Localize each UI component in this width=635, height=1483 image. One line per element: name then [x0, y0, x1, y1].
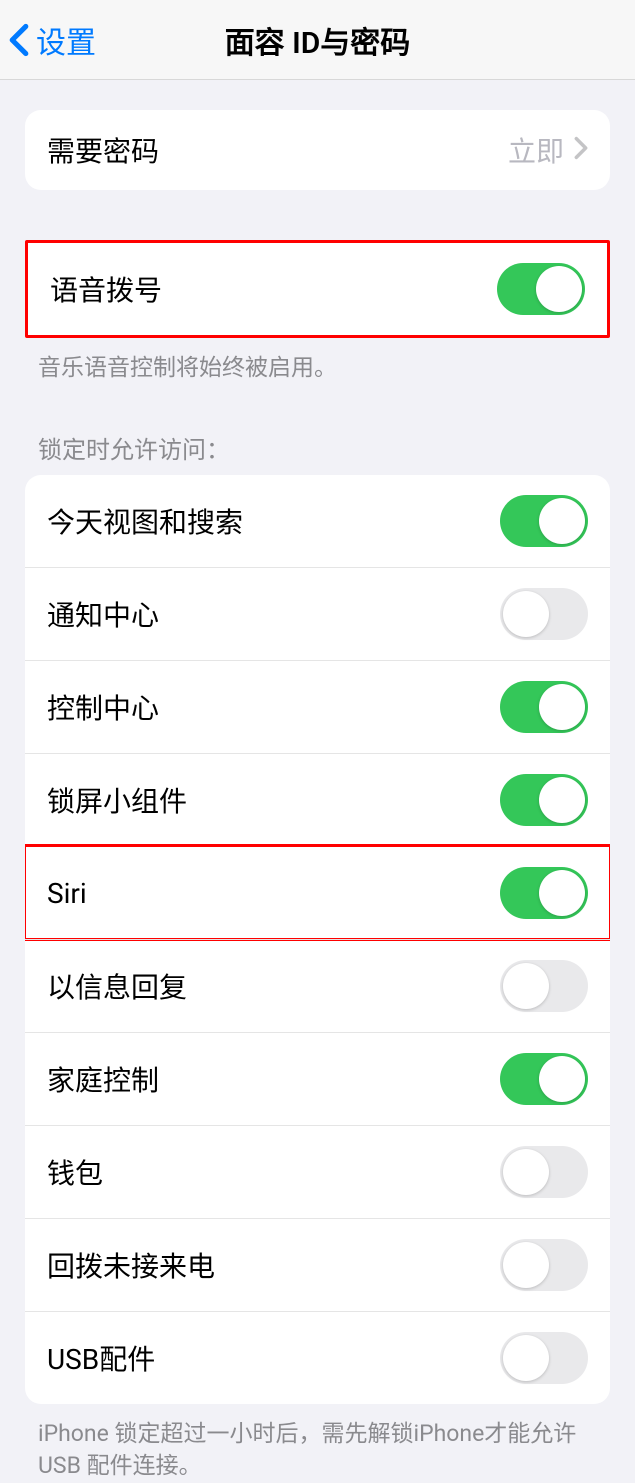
back-button[interactable]: 设置 [8, 18, 96, 62]
locked-access-toggle[interactable] [500, 588, 588, 640]
locked-access-row: 锁屏小组件 [25, 753, 610, 846]
locked-access-row: USB配件 [25, 1311, 610, 1404]
locked-access-label: USB配件 [47, 1338, 155, 1378]
locked-access-row: 家庭控制 [25, 1032, 610, 1125]
locked-access-row: 通知中心 [25, 567, 610, 660]
voice-dial-toggle[interactable] [497, 263, 585, 315]
locked-access-toggle[interactable] [500, 681, 588, 733]
voice-dial-group: 语音拨号 [25, 240, 610, 338]
locked-access-label: 今天视图和搜索 [47, 501, 243, 541]
back-label: 设置 [36, 18, 96, 62]
passcode-group: 需要密码 立即 [25, 110, 610, 190]
locked-access-label: 控制中心 [47, 687, 159, 727]
locked-access-label: 钱包 [47, 1152, 103, 1192]
locked-access-label: 家庭控制 [47, 1059, 159, 1099]
locked-access-row: 今天视图和搜索 [25, 475, 610, 567]
usb-footer: iPhone 锁定超过一小时后，需先解锁iPhone才能允许USB 配件连接。 [0, 1404, 635, 1482]
page-title: 面容 ID与密码 [225, 18, 411, 62]
voice-dial-row: 语音拨号 [28, 243, 607, 335]
require-passcode-label: 需要密码 [47, 130, 159, 170]
locked-access-row: 控制中心 [25, 660, 610, 753]
voice-dial-footer: 音乐语音控制将始终被启用。 [0, 338, 635, 384]
locked-access-row: Siri [25, 846, 610, 939]
locked-access-toggle[interactable] [500, 1332, 588, 1384]
locked-access-header: 锁定时允许访问： [0, 430, 635, 475]
locked-access-toggle[interactable] [500, 867, 588, 919]
locked-access-toggle[interactable] [500, 774, 588, 826]
locked-access-label: 以信息回复 [47, 966, 187, 1006]
locked-access-label: 通知中心 [47, 594, 159, 634]
locked-access-row: 以信息回复 [25, 939, 610, 1032]
chevron-right-icon [574, 136, 588, 164]
locked-access-label: Siri [47, 877, 87, 910]
require-passcode-value: 立即 [508, 130, 564, 170]
locked-access-group: 今天视图和搜索通知中心控制中心锁屏小组件 Siri 以信息回复家庭控制钱包回拨未接来… [25, 475, 610, 1404]
voice-dial-label: 语音拨号 [50, 269, 162, 309]
locked-access-label: 锁屏小组件 [47, 780, 187, 820]
chevron-left-icon [8, 23, 30, 57]
locked-access-toggle[interactable] [500, 960, 588, 1012]
locked-access-toggle[interactable] [500, 1239, 588, 1291]
locked-access-row: 钱包 [25, 1125, 610, 1218]
locked-access-toggle[interactable] [500, 1053, 588, 1105]
locked-access-toggle[interactable] [500, 1146, 588, 1198]
locked-access-label: 回拨未接来电 [47, 1245, 215, 1285]
require-passcode-row[interactable]: 需要密码 立即 [25, 110, 610, 190]
navigation-header: 设置 面容 ID与密码 [0, 0, 635, 80]
locked-access-row: 回拨未接来电 [25, 1218, 610, 1311]
locked-access-toggle[interactable] [500, 495, 588, 547]
